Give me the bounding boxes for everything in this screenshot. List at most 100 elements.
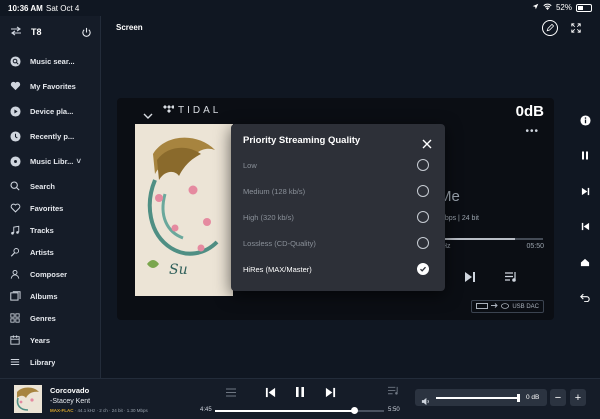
sidebar-item-my-favorites[interactable]: My Favorites <box>0 75 101 97</box>
format-details: · 44.1 kHz · 2 ch · 24 bit · 1.30 Mbps <box>73 408 148 413</box>
output-device-badge: USB DAC <box>471 300 544 313</box>
sidebar-item-device-playlists[interactable]: Device pla... <box>0 100 101 122</box>
sidebar-item-music-library[interactable]: Music Libr... ˅ <box>0 150 101 172</box>
fullscreen-icon[interactable] <box>568 20 584 36</box>
track-duration: 5:50 <box>388 407 400 413</box>
radio-button[interactable] <box>417 237 429 249</box>
skip-next-icon[interactable] <box>577 183 593 199</box>
sidebar-item-label: Artists <box>30 247 54 257</box>
quality-option-medium[interactable]: Medium (128 kb/s) <box>243 181 437 201</box>
disc-icon <box>0 155 30 167</box>
volume-control: 0 dB <box>415 389 547 406</box>
queue-icon[interactable] <box>504 270 518 288</box>
sidebar-item-albums[interactable]: Albums <box>0 285 101 307</box>
playlist-icon[interactable] <box>224 385 238 399</box>
sidebar: T8 Music sear... My Favorites Device pla… <box>0 16 101 378</box>
sidebar-item-composer[interactable]: Composer <box>0 263 101 285</box>
mic-icon <box>0 247 30 258</box>
heart-icon <box>0 81 30 91</box>
progress-handle[interactable] <box>350 407 358 414</box>
track-format: MAX-FLAC · 44.1 kHz · 2 ch · 24 bit · 1.… <box>50 408 148 413</box>
skip-previous-icon[interactable] <box>577 218 593 234</box>
app-window: 10:36 AM Sat Oct 4 52% T8 Music sear... … <box>0 0 600 419</box>
volume-handle[interactable] <box>517 394 520 402</box>
background-progress-bar[interactable] <box>441 238 543 240</box>
sidebar-item-tracks[interactable]: Tracks <box>0 219 101 241</box>
sidebar-item-library[interactable]: Library <box>0 351 101 373</box>
track-progress-fill <box>215 410 354 412</box>
sidebar-item-genres[interactable]: Genres <box>0 307 101 329</box>
home-icon[interactable] <box>577 254 593 270</box>
now-playing-artwork[interactable] <box>14 385 42 413</box>
volume-label: 0 dB <box>526 394 540 401</box>
sidebar-item-label: Composer <box>30 269 68 279</box>
next-icon[interactable] <box>322 384 338 400</box>
sidebar-item-music-search[interactable]: Music sear... <box>0 50 101 72</box>
battery-icon <box>576 3 592 12</box>
source-device-icon <box>476 302 489 311</box>
sidebar-item-artists[interactable]: Artists <box>0 241 101 263</box>
collapse-chevron-icon[interactable] <box>143 107 153 125</box>
sidebar-item-search[interactable]: Search <box>0 175 101 197</box>
volume-fill <box>436 397 519 399</box>
volume-down-button[interactable]: − <box>550 389 566 406</box>
back-icon[interactable] <box>577 289 593 305</box>
chevron-down-icon[interactable]: ˅ <box>76 157 81 166</box>
sidebar-item-favorites[interactable]: Favorites <box>0 197 101 219</box>
album-cover-art: Su <box>135 124 233 296</box>
output-device-label: USB DAC <box>512 303 539 310</box>
sidebar-item-recently-played[interactable]: Recently p... <box>0 125 101 147</box>
quality-option-lossless[interactable]: Lossless (CD-Quality) <box>243 233 437 253</box>
page-title: Screen <box>116 23 143 32</box>
album-cover: Su <box>135 124 233 296</box>
previous-icon[interactable] <box>262 384 278 400</box>
radio-button[interactable] <box>417 185 429 197</box>
info-icon[interactable] <box>577 112 593 128</box>
quality-option-low[interactable]: Low <box>243 155 437 175</box>
queue-list-icon[interactable] <box>386 384 400 398</box>
play-pause-icon[interactable] <box>292 384 308 400</box>
heart-outline-icon <box>0 203 30 213</box>
sidebar-item-label: Genres <box>30 313 56 323</box>
wifi-icon <box>543 3 552 12</box>
music-note-icon <box>0 225 30 236</box>
status-bar: 10:36 AM Sat Oct 4 52% <box>0 0 600 16</box>
next-track-icon[interactable] <box>464 270 476 288</box>
pause-icon[interactable] <box>577 147 593 163</box>
power-icon[interactable] <box>81 25 92 43</box>
device-name: T8 <box>31 27 42 37</box>
play-circle-icon <box>0 105 30 117</box>
radio-button-selected[interactable] <box>417 263 429 275</box>
elapsed-time: 4:45 <box>200 407 212 413</box>
streaming-quality-dialog: Priority Streaming Quality Low Medium (1… <box>231 124 445 291</box>
quality-option-high[interactable]: High (320 kb/s) <box>243 207 437 227</box>
search-circle-icon <box>0 55 30 67</box>
track-progress-bar[interactable] <box>215 407 384 414</box>
radio-button[interactable] <box>417 159 429 171</box>
battery-percent: 52% <box>555 3 572 12</box>
usb-icon <box>501 302 510 311</box>
battery-level <box>578 5 584 10</box>
track-title: Corcovado <box>50 386 90 395</box>
clock-icon <box>0 130 30 142</box>
tidal-logo-icon <box>162 105 175 116</box>
close-icon[interactable] <box>422 136 434 149</box>
switch-device-icon[interactable] <box>10 26 22 39</box>
quality-option-hires[interactable]: HiRes (MAX/Master) <box>243 259 437 279</box>
sidebar-item-years[interactable]: Years <box>0 329 101 351</box>
radio-button[interactable] <box>417 211 429 223</box>
volume-slider[interactable] <box>436 394 520 402</box>
sidebar-item-label: Albums <box>30 291 58 301</box>
sidebar-item-label: Library <box>30 357 56 367</box>
more-options-icon[interactable]: ••• <box>525 126 539 137</box>
albums-icon <box>0 291 30 301</box>
track-artist: -Stacey Kent <box>50 398 91 405</box>
edit-icon[interactable] <box>542 20 558 36</box>
sidebar-item-label: My Favorites <box>30 81 76 91</box>
arrow-right-icon <box>491 303 499 310</box>
person-icon <box>0 269 30 280</box>
sidebar-header: T8 <box>0 16 101 50</box>
calendar-icon <box>0 335 30 345</box>
status-right: 52% <box>532 3 592 12</box>
volume-up-button[interactable]: + <box>570 389 586 406</box>
